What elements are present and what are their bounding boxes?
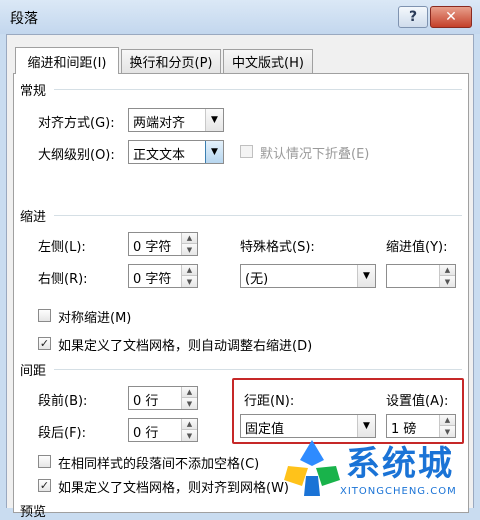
collapse-label: 默认情况下折叠(E) [260,147,370,162]
watermark-text: 系统城 [346,444,454,484]
spacing-heading: 间距 [20,364,47,379]
title-bar: 段落 ? ✕ [0,0,480,34]
general-divider [54,89,462,90]
collapse-checkbox[interactable] [240,145,253,158]
general-heading: 常规 [20,84,47,99]
indent-right-label: 右侧(R): [38,272,88,287]
mirror-indent-label: 对称缩进(M) [58,311,132,326]
alignment-label: 对齐方式(G): [38,116,115,131]
auto-adjust-indent-label: 如果定义了文档网格，则自动调整右缩进(D) [58,339,313,354]
spin-up-icon[interactable]: ▲ [440,265,455,276]
spin-up-icon[interactable]: ▲ [182,419,197,430]
spin-up-icon[interactable]: ▲ [182,265,197,276]
snap-to-grid-label: 如果定义了文档网格，则对齐到网格(W) [58,481,289,496]
watermark-subtext: XITONGCHENG.COM [340,486,457,497]
spacing-after-value: 0 行 [133,426,159,441]
indent-left-spinner[interactable]: 0 字符 ▲ ▼ [128,232,198,256]
no-space-same-style-checkbox[interactable] [38,455,51,468]
chevron-down-icon[interactable]: ▼ [357,265,375,287]
spacing-before-value: 0 行 [133,394,159,409]
indent-left-value: 0 字符 [133,240,172,255]
spacing-after-label: 段后(F): [38,426,87,441]
tab-indents-spacing[interactable]: 缩进和间距(I) [15,47,119,74]
close-button[interactable]: ✕ [430,6,472,28]
outline-level-value: 正文文本 [133,148,186,163]
spin-down-icon[interactable]: ▼ [182,398,197,409]
special-indent-value: (无) [245,272,269,287]
no-space-same-style-label: 在相同样式的段落间不添加空格(C) [58,457,260,472]
mirror-indent-checkbox[interactable] [38,309,51,322]
tab-line-page-breaks[interactable]: 换行和分页(P) [121,49,221,73]
watermark-logo: 系统城 XITONGCHENG.COM [280,428,480,508]
spin-down-icon[interactable]: ▼ [182,430,197,441]
spacing-after-spinner[interactable]: 0 行 ▲ ▼ [128,418,198,442]
spacing-before-label: 段前(B): [38,394,88,409]
indent-divider [54,215,462,216]
indent-left-label: 左侧(L): [38,240,86,255]
chevron-down-icon[interactable]: ▼ [205,109,223,131]
tab-asian-typography[interactable]: 中文版式(H) [223,49,313,73]
spacing-before-spinner[interactable]: 0 行 ▲ ▼ [128,386,198,410]
spacing-divider [54,369,462,370]
spin-down-icon[interactable]: ▼ [182,276,197,287]
chevron-down-icon[interactable]: ▼ [205,141,223,163]
snap-to-grid-checkbox[interactable]: ✓ [38,479,51,492]
window-title: 段落 [10,11,38,27]
indent-right-spinner[interactable]: 0 字符 ▲ ▼ [128,264,198,288]
spin-up-icon[interactable]: ▲ [182,387,197,398]
indent-by-label: 缩进值(Y): [386,240,448,255]
indent-by-spinner[interactable]: ▲ ▼ [386,264,456,288]
help-button[interactable]: ? [398,6,428,28]
alignment-value: 两端对齐 [133,116,186,131]
preview-heading: 预览 [20,505,47,520]
spin-down-icon[interactable]: ▼ [440,276,455,287]
auto-adjust-indent-checkbox[interactable]: ✓ [38,337,51,350]
spin-down-icon[interactable]: ▼ [182,244,197,255]
watermark-logo-icon [284,440,340,496]
indent-heading: 缩进 [20,210,47,225]
special-indent-label: 特殊格式(S): [240,240,315,255]
outline-level-dropdown[interactable]: 正文文本 ▼ [128,140,224,164]
alignment-dropdown[interactable]: 两端对齐 ▼ [128,108,224,132]
special-indent-dropdown[interactable]: (无) ▼ [240,264,376,288]
indent-right-value: 0 字符 [133,272,172,287]
outline-level-label: 大纲级别(O): [38,148,115,163]
spin-up-icon[interactable]: ▲ [182,233,197,244]
